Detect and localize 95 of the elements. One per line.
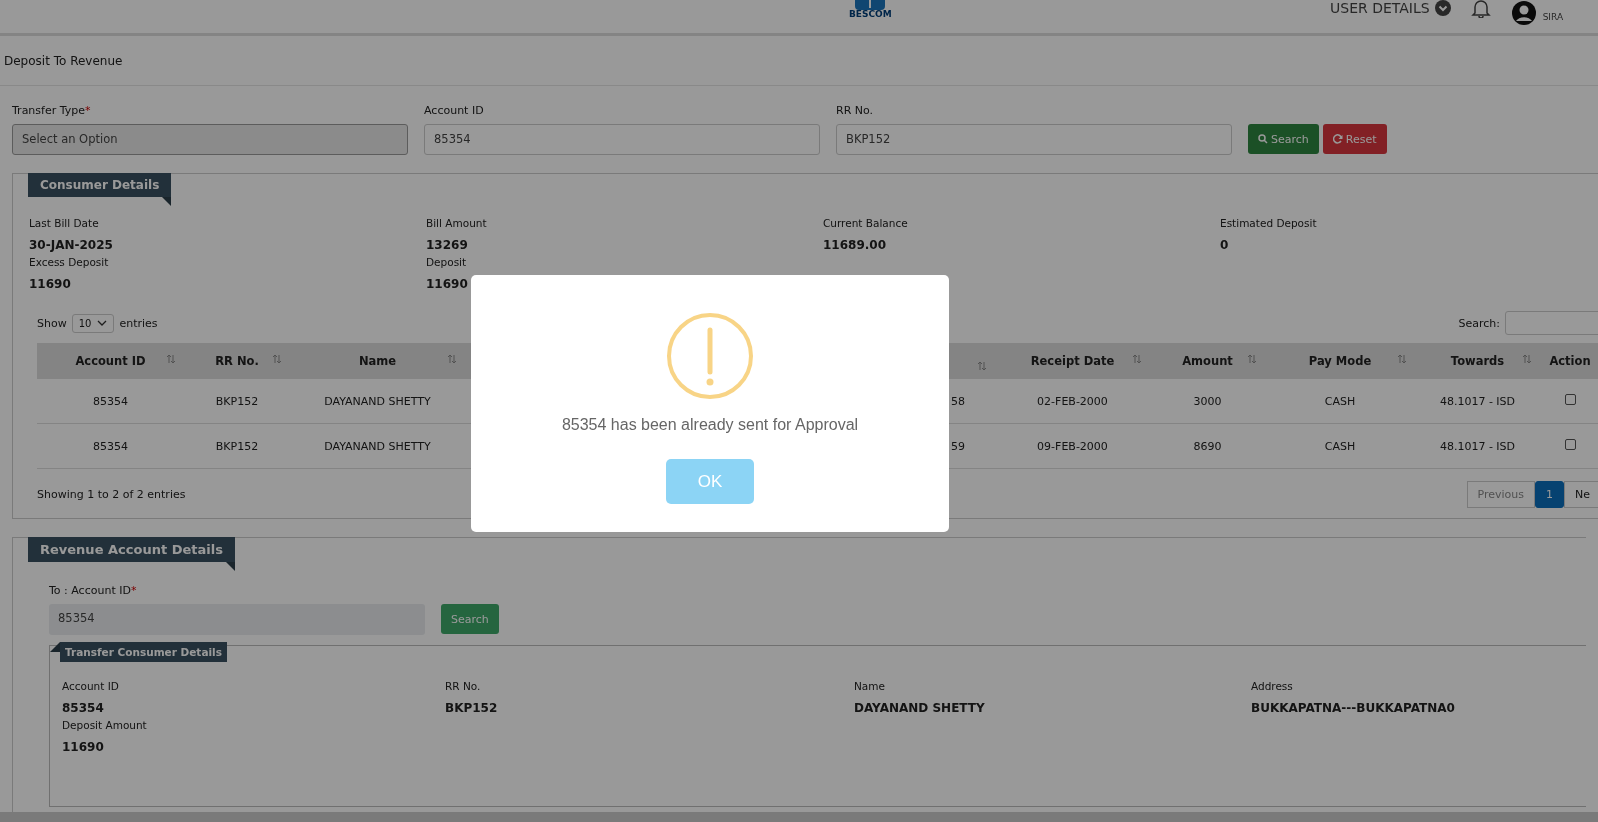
field-label: RR No.	[836, 104, 875, 117]
page-title: Deposit To Revenue	[0, 36, 1598, 86]
detail-value: BKP152	[445, 701, 499, 715]
field-label: Account ID	[424, 104, 485, 117]
table-info: Showing 1 to 2 of 2 entries	[37, 488, 186, 501]
checkbox[interactable]	[1564, 394, 1576, 405]
page-size-select[interactable]: 10	[71, 313, 115, 333]
sort-icon	[1247, 354, 1257, 364]
table-cell: BKP152	[184, 423, 290, 469]
search-label: Search:	[1458, 316, 1500, 330]
transfer-type-select[interactable]: Select an Option	[12, 124, 408, 155]
column-header[interactable]: Action	[1540, 343, 1598, 379]
search-button[interactable]: Search	[1248, 124, 1319, 154]
page-link[interactable]: 1	[1535, 481, 1564, 508]
column-header[interactable]: Name	[290, 343, 465, 379]
detail-label: RR No.	[445, 680, 482, 692]
warning-icon	[666, 312, 754, 400]
input-field[interactable]: BKP152	[836, 124, 1232, 155]
detail-label: Account ID	[62, 680, 120, 692]
caret-icon	[97, 320, 108, 326]
refresh-icon	[1332, 134, 1343, 144]
column-header[interactable]: Receipt Date	[995, 343, 1150, 379]
detail-label: Bill Amount	[426, 217, 488, 229]
column-title: Name	[358, 354, 397, 368]
chevron-icon	[1434, 0, 1451, 16]
column-header[interactable]: Amount	[1150, 343, 1265, 379]
sort-icon	[977, 361, 987, 371]
field-label: Transfer Type*	[12, 104, 92, 117]
sort-icon	[447, 354, 457, 364]
sort-icon	[166, 354, 176, 364]
table-cell: 85354	[37, 379, 184, 424]
column-header[interactable]: Account ID	[37, 343, 184, 379]
table-cell: DAYANAND SHETTY	[290, 423, 465, 469]
user-name: SIRA	[1542, 12, 1564, 22]
detail-value: 85354	[62, 701, 105, 715]
column-title: Amount	[1182, 354, 1233, 368]
table-cell: 8690	[1150, 423, 1265, 469]
detail-label: Deposit Amount	[62, 719, 148, 731]
field-label: To : Account ID*	[49, 584, 138, 597]
input-field[interactable]: 85354	[424, 124, 820, 155]
column-title: RR No.	[215, 354, 259, 368]
sort-icon	[1132, 354, 1142, 364]
page-link[interactable]: Ne	[1564, 481, 1598, 508]
sort-icon	[272, 354, 282, 364]
logo-caption: BESCOM	[849, 11, 892, 17]
column-title: Account ID	[75, 354, 146, 368]
column-header[interactable]: RR No.	[184, 343, 290, 379]
table-cell: 48.1017 - ISD	[1415, 379, 1540, 424]
avatar-icon[interactable]	[1510, 0, 1537, 26]
account-id-field[interactable]: 85354	[49, 604, 425, 635]
sort-icon	[1522, 354, 1532, 364]
section-ribbon: Consumer Details	[28, 173, 172, 206]
detail-value: 30-JAN-2025	[29, 238, 114, 252]
table-cell: 48.1017 - ISD	[1415, 423, 1540, 469]
detail-value: 0	[1220, 238, 1230, 252]
search-field[interactable]	[1505, 311, 1598, 335]
detail-value: DAYANAND SHETTY	[854, 701, 986, 715]
sort-icon	[1397, 354, 1407, 364]
column-header[interactable]: Pay Mode	[1265, 343, 1415, 379]
section-ribbon: Revenue Account Details	[28, 537, 235, 571]
detail-value: 11689.00	[823, 238, 887, 252]
table-cell: 09-FEB-2000	[995, 423, 1150, 469]
search-button[interactable]: Search	[441, 604, 499, 634]
checkbox[interactable]	[1564, 439, 1576, 450]
reset-button[interactable]: Reset	[1322, 124, 1387, 154]
detail-value: 13269	[426, 238, 469, 252]
detail-label: Name	[854, 680, 886, 692]
column-title: Pay Mode	[1308, 354, 1372, 368]
column-title: Receipt Date	[1030, 354, 1115, 368]
bell-icon[interactable]	[1470, 0, 1491, 18]
detail-label: Last Bill Date	[29, 217, 100, 229]
table-cell: 3000	[1150, 379, 1265, 424]
detail-label: Estimated Deposit	[1220, 217, 1318, 229]
search-icon	[1258, 134, 1268, 144]
detail-value: BUKKAPATNA---BUKKAPATNA0	[1251, 701, 1456, 715]
table-cell: CASH	[1265, 379, 1415, 424]
show-label: Show	[37, 316, 67, 330]
column-title: Towards	[1450, 354, 1505, 368]
detail-label: Current Balance	[823, 217, 909, 229]
detail-label: Address	[1251, 680, 1294, 692]
detail-label: Deposit	[426, 256, 468, 268]
table-cell: 85354	[37, 423, 184, 469]
column-header[interactable]: Towards	[1415, 343, 1540, 379]
table-cell: DAYANAND SHETTY	[290, 379, 465, 424]
table-cell: BKP152	[184, 379, 290, 424]
column-title: Action	[1549, 354, 1591, 368]
detail-label: Excess Deposit	[29, 256, 110, 268]
table-cell: 02-FEB-2000	[995, 379, 1150, 424]
detail-value: 11690	[29, 277, 72, 291]
table-cell: CASH	[1265, 423, 1415, 469]
detail-value: 11690	[62, 740, 105, 754]
user-menu[interactable]: USER DETAILS	[1330, 0, 1451, 16]
logo-icon	[855, 0, 886, 10]
detail-value: 11690	[426, 277, 469, 291]
entries-label: entries	[119, 316, 158, 330]
